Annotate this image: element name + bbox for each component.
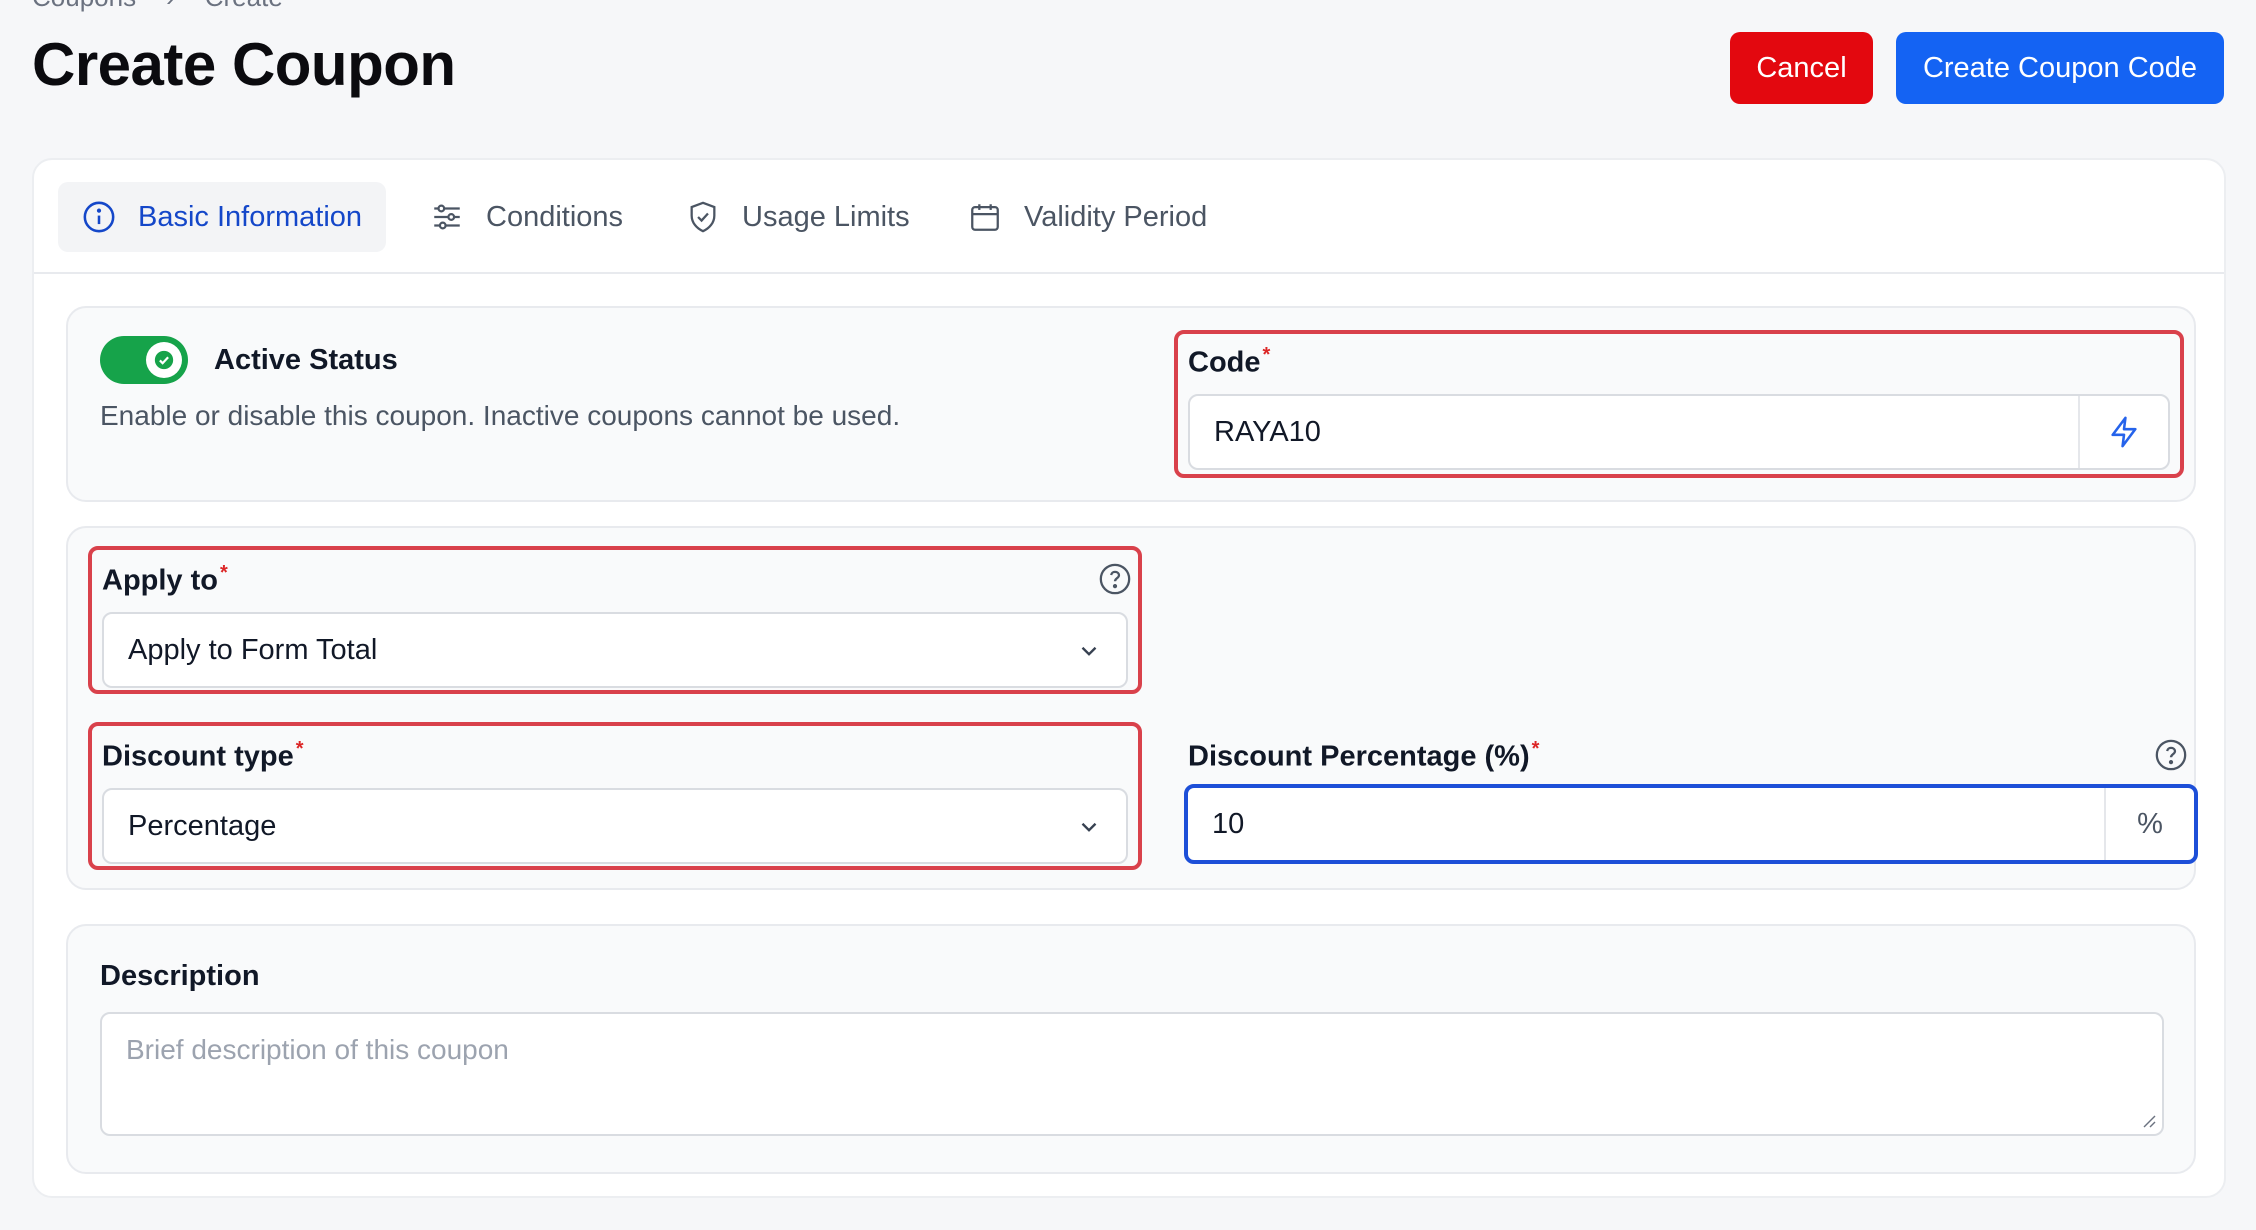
tab-label: Usage Limits	[742, 200, 910, 233]
active-status-description: Enable or disable this coupon. Inactive …	[100, 400, 901, 431]
description-label: Description	[100, 960, 260, 992]
apply-to-label: Apply to *	[102, 562, 228, 598]
tab-label: Conditions	[486, 200, 624, 233]
active-status-label: Active Status	[214, 344, 398, 376]
help-circle-icon[interactable]	[1098, 562, 1132, 596]
active-status-toggle[interactable]	[100, 336, 188, 384]
chevron-right-icon: ›	[166, 0, 175, 13]
info-icon	[83, 201, 115, 233]
tab-label: Basic Information	[138, 200, 363, 233]
apply-to-value: Apply to Form Total	[128, 633, 378, 666]
chevron-down-icon	[1081, 646, 1097, 656]
code-label: Code *	[1188, 344, 1270, 380]
breadcrumb: Coupons › Create	[32, 0, 283, 13]
tab-usage-limits[interactable]: Usage Limits	[686, 182, 910, 252]
required-asterisk: *	[1531, 738, 1540, 760]
tab-validity-period[interactable]: Validity Period	[968, 182, 1207, 252]
percent-suffix: %	[2104, 788, 2194, 860]
discount-type-label-text: Discount type	[102, 740, 294, 773]
calendar-icon	[971, 204, 999, 231]
discount-percentage-label: Discount Percentage (%) *	[1188, 738, 1539, 774]
discount-percentage-value: 10	[1212, 807, 1245, 840]
required-asterisk: *	[295, 738, 304, 760]
tab-conditions[interactable]: Conditions	[430, 182, 623, 252]
status-code-section: Active Status Enable or disable this cou…	[66, 306, 2196, 502]
lightning-icon	[2111, 416, 2137, 448]
required-asterisk: *	[220, 562, 228, 584]
apply-to-label-text: Apply to	[102, 564, 218, 597]
cancel-button[interactable]: Cancel	[1730, 32, 1873, 104]
code-value: RAYA10	[1214, 415, 1321, 448]
sliders-icon	[434, 204, 460, 230]
page-title: Create Coupon	[32, 31, 456, 98]
resize-handle-icon[interactable]	[2140, 1112, 2156, 1128]
tab-label: Validity Period	[1024, 200, 1208, 233]
toggle-knob	[146, 342, 182, 378]
description-section: Description Brief description of this co…	[66, 924, 2196, 1174]
description-placeholder: Brief description of this coupon	[126, 1034, 509, 1065]
apply-to-select[interactable]: Apply to Form Total	[102, 612, 1128, 688]
help-circle-icon[interactable]	[2154, 738, 2188, 772]
generate-code-button[interactable]	[2078, 396, 2168, 468]
discount-type-label: Discount type *	[102, 738, 304, 774]
coupon-form-card: Basic Information Conditions Usage Limit…	[32, 158, 2226, 1198]
chevron-down-icon	[1081, 822, 1097, 832]
discount-percentage-label-text: Discount Percentage (%)	[1188, 740, 1530, 773]
code-input[interactable]: RAYA10	[1188, 394, 2170, 470]
create-coupon-code-button[interactable]: Create Coupon Code	[1896, 32, 2224, 104]
discount-section: Apply to * Apply to Form Total Discount t…	[66, 526, 2198, 890]
breadcrumb-item-create: Create	[205, 0, 283, 13]
breadcrumb-item-coupons[interactable]: Coupons	[32, 0, 136, 13]
discount-type-select[interactable]: Percentage	[102, 788, 1128, 864]
tab-basic-information[interactable]: Basic Information	[58, 182, 387, 252]
required-asterisk: *	[1262, 344, 1271, 366]
check-icon	[154, 350, 174, 370]
discount-percentage-input[interactable]: 10 %	[1184, 784, 2198, 864]
discount-type-value: Percentage	[128, 809, 277, 842]
shield-check-icon	[690, 201, 716, 233]
code-label-text: Code	[1188, 346, 1261, 379]
tab-bar: Basic Information Conditions Usage Limit…	[34, 160, 2224, 274]
description-textarea[interactable]: Brief description of this coupon	[100, 1012, 2164, 1136]
